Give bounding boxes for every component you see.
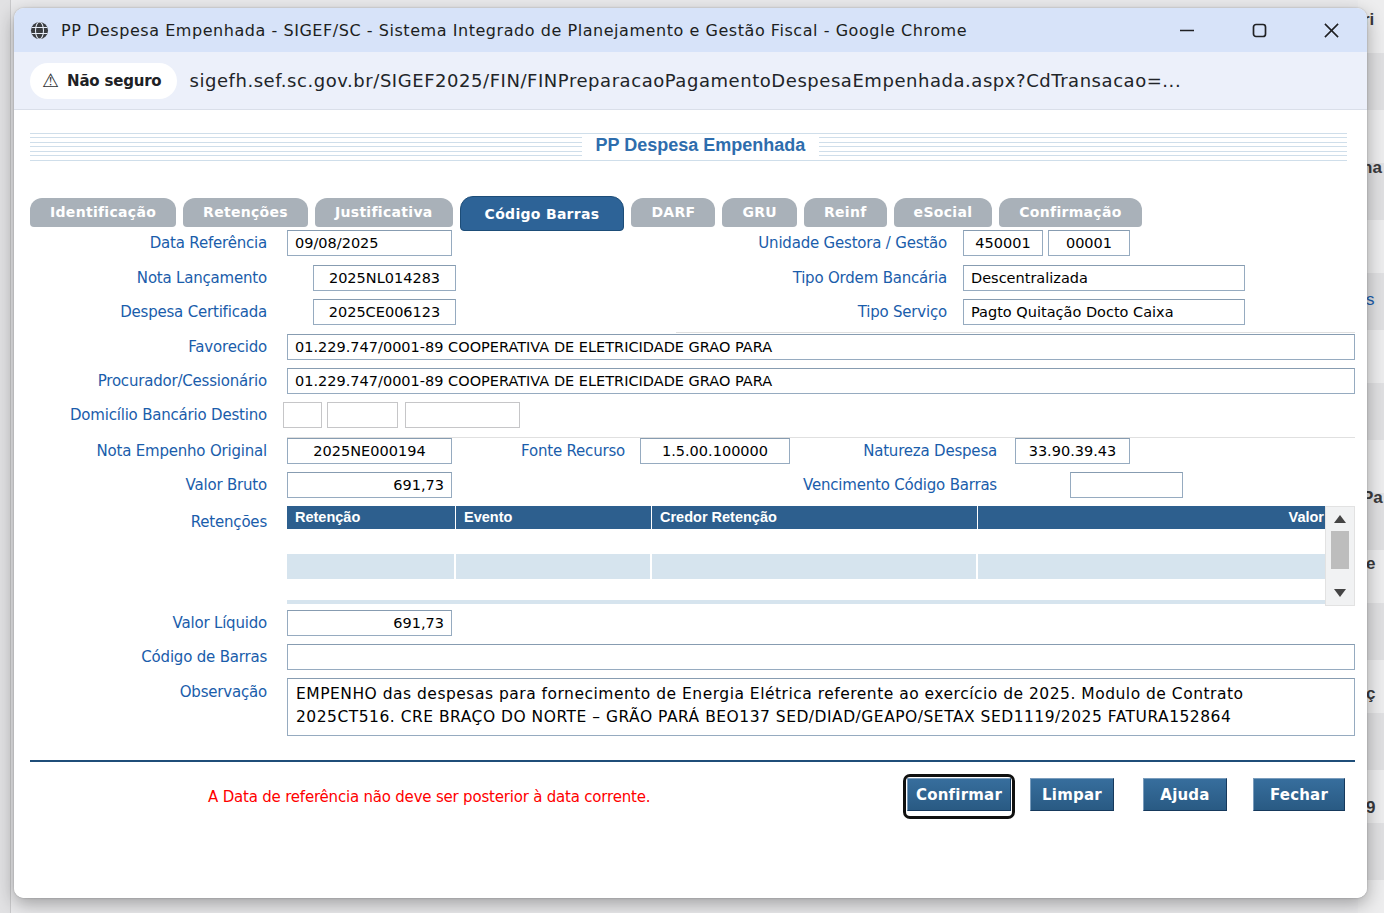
input-valor-bruto[interactable]: 691,73 <box>287 472 452 498</box>
confirmar-button[interactable]: Confirmar <box>907 778 1011 811</box>
column-credor-retencao: Credor Retenção <box>652 506 978 529</box>
security-chip-label: Não seguro <box>67 72 161 90</box>
close-button[interactable] <box>1295 11 1367 49</box>
label-procurador: Procurador/Cessionário <box>14 371 267 391</box>
background-page-left-edge <box>0 0 11 913</box>
label-codigo-de-barras: Código de Barras <box>14 647 267 667</box>
input-nota-lancamento[interactable]: 2025NL014283 <box>313 265 456 291</box>
label-despesa-certificada: Despesa Certificada <box>14 302 267 322</box>
input-vencimento-codigo-barras[interactable] <box>1070 472 1183 498</box>
scroll-down-arrow[interactable] <box>1334 589 1346 597</box>
label-observacao: Observação <box>14 682 267 702</box>
tab-gru[interactable]: GRU <box>722 198 797 227</box>
input-tipo-servico[interactable]: Pagto Quitação Docto Caixa <box>963 299 1245 325</box>
page-favicon-globe-icon <box>30 21 49 40</box>
column-valor: Valor <box>978 506 1325 529</box>
input-gestao[interactable]: 00001 <box>1048 230 1130 256</box>
section-separator <box>676 332 1355 333</box>
limpar-button[interactable]: Limpar <box>1030 778 1114 811</box>
ajuda-button[interactable]: Ajuda <box>1143 778 1227 811</box>
background-text-fragment: s <box>1366 290 1375 310</box>
tab-strip: Identificação Retenções Justificativa Có… <box>30 196 1142 227</box>
table-scrollbar[interactable] <box>1325 506 1355 606</box>
input-despesa-certificada[interactable]: 2025CE006123 <box>313 299 456 325</box>
tab-esocial[interactable]: eSocial <box>894 198 993 227</box>
tab-reinf[interactable]: Reinf <box>804 198 887 227</box>
scroll-up-arrow[interactable] <box>1334 515 1346 523</box>
window-titlebar[interactable]: PP Despesa Empenhada - SIGEF/SC - Sistem… <box>14 8 1367 52</box>
column-retencao: Retenção <box>287 506 456 529</box>
input-domicilio-agencia[interactable] <box>327 402 398 428</box>
label-valor-bruto: Valor Bruto <box>14 475 267 495</box>
label-nota-lancamento: Nota Lançamento <box>14 268 267 288</box>
page-content: PP Despesa Empenhada Identificação Reten… <box>14 110 1367 898</box>
table-row <box>287 554 1325 579</box>
url-text[interactable]: sigefh.sef.sc.gov.br/SIGEF2025/FIN/FINPr… <box>189 70 1181 91</box>
button-row: Confirmar Limpar Ajuda Fechar <box>14 776 1357 816</box>
address-bar[interactable]: ⚠ Não seguro sigefh.sef.sc.gov.br/SIGEF2… <box>14 52 1367 110</box>
input-tipo-ordem-bancaria[interactable]: Descentralizada <box>963 265 1245 291</box>
input-domicilio-banco[interactable] <box>283 402 322 428</box>
background-text-fragment: 9 <box>1366 798 1375 818</box>
background-text-fragment: ç <box>1366 684 1375 704</box>
retencoes-table: Retenção Evento Credor Retenção Valor <box>287 506 1325 604</box>
tab-retencoes[interactable]: Retenções <box>183 198 308 227</box>
label-vencimento-codigo-barras: Vencimento Código Barras <box>647 475 997 495</box>
label-natureza-despesa: Natureza Despesa <box>764 441 997 461</box>
scrollbar-thumb[interactable] <box>1331 531 1349 569</box>
input-favorecido[interactable]: 01.229.747/0001-89 COOPERATIVA DE ELETRI… <box>287 334 1355 360</box>
background-text-fragment: e <box>1366 554 1375 574</box>
column-evento: Evento <box>456 506 652 529</box>
retencoes-table-header: Retenção Evento Credor Retenção Valor <box>287 506 1325 529</box>
warning-icon: ⚠ <box>42 71 59 90</box>
table-row-partial <box>287 600 1325 604</box>
table-row <box>287 529 1325 554</box>
minimize-button[interactable] <box>1151 11 1223 49</box>
label-tipo-ordem-bancaria: Tipo Ordem Bancária <box>647 268 947 288</box>
section-divider <box>30 760 1355 762</box>
label-tipo-servico: Tipo Serviço <box>647 302 947 322</box>
popup-window: PP Despesa Empenhada - SIGEF/SC - Sistem… <box>14 8 1367 898</box>
input-procurador[interactable]: 01.229.747/0001-89 COOPERATIVA DE ELETRI… <box>287 368 1355 394</box>
label-retencoes: Retenções <box>14 512 267 532</box>
input-codigo-de-barras[interactable] <box>287 644 1355 670</box>
tab-codigo-barras[interactable]: Código Barras <box>460 196 625 231</box>
fechar-button[interactable]: Fechar <box>1253 778 1345 811</box>
input-data-referencia[interactable]: 09/08/2025 <box>287 230 452 256</box>
label-data-referencia: Data Referência <box>14 233 267 253</box>
label-valor-liquido: Valor Líquido <box>14 613 267 633</box>
label-fonte-recurso: Fonte Recurso <box>414 441 625 461</box>
input-unidade-gestora[interactable]: 450001 <box>963 230 1043 256</box>
label-favorecido: Favorecido <box>14 337 267 357</box>
input-observacao[interactable]: EMPENHO das despesas para fornecimento d… <box>287 678 1355 736</box>
page-title: PP Despesa Empenhada <box>582 135 820 156</box>
maximize-button[interactable] <box>1223 11 1295 49</box>
window-title: PP Despesa Empenhada - SIGEF/SC - Sistem… <box>61 21 967 40</box>
security-chip[interactable]: ⚠ Não seguro <box>30 63 177 99</box>
input-valor-liquido[interactable]: 691,73 <box>287 610 452 636</box>
tab-darf[interactable]: DARF <box>631 198 715 227</box>
label-unidade-gestora: Unidade Gestora / Gestão <box>647 233 947 253</box>
label-nota-empenho: Nota Empenho Original <box>14 441 267 461</box>
tab-justificativa[interactable]: Justificativa <box>315 198 453 227</box>
input-natureza-despesa[interactable]: 33.90.39.43 <box>1015 438 1130 464</box>
input-domicilio-conta[interactable] <box>405 402 520 428</box>
tab-identificacao[interactable]: Identificação <box>30 198 176 227</box>
tab-confirmacao[interactable]: Confirmação <box>999 198 1141 227</box>
label-domicilio-bancario: Domicílio Bancário Destino <box>14 405 267 425</box>
